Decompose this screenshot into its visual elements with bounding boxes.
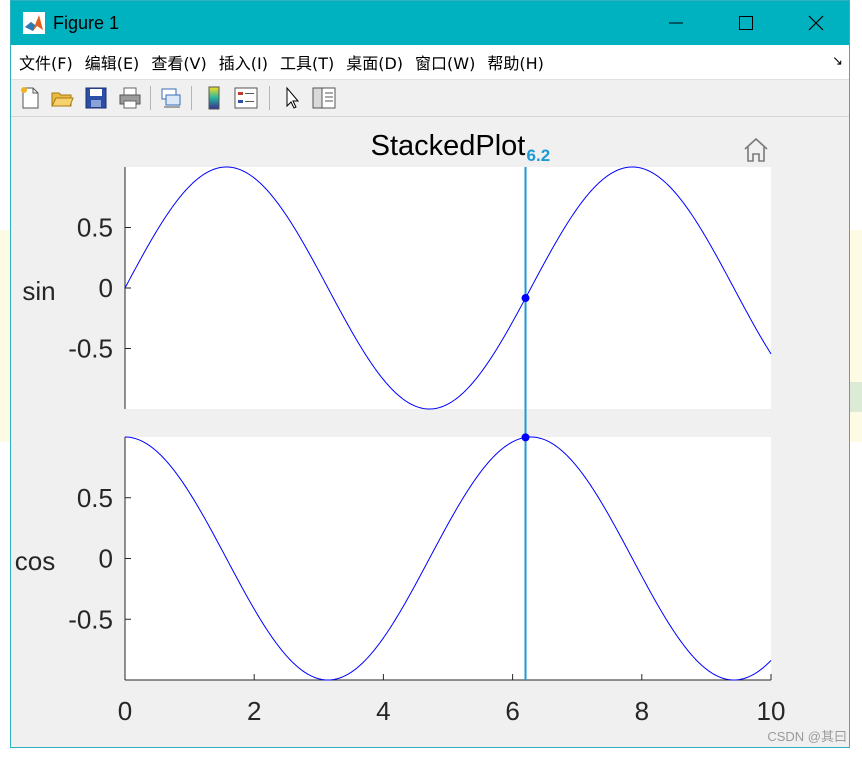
link-plot-icon[interactable]	[158, 85, 184, 111]
menu-insert[interactable]: 插入(I)	[219, 48, 268, 76]
x-tick-label: 4	[376, 696, 390, 726]
save-icon[interactable]	[83, 85, 109, 111]
top-axes-background	[125, 167, 771, 409]
y-tick-label: -0.5	[68, 334, 113, 364]
toolbar-separator	[269, 86, 270, 110]
x-tick-label: 6	[505, 696, 519, 726]
sin-cursor-marker[interactable]	[521, 294, 530, 303]
menu-bar: 文件(F) 编辑(E) 查看(V) 插入(I) 工具(T) 桌面(D) 窗口(W…	[11, 45, 849, 80]
minimize-icon	[669, 22, 683, 24]
toolbar-separator	[191, 86, 192, 110]
pointer-icon[interactable]	[279, 85, 305, 111]
maximize-icon	[739, 16, 753, 30]
new-figure-icon[interactable]	[17, 85, 43, 111]
menu-help[interactable]: 帮助(H)	[487, 48, 544, 76]
close-button[interactable]	[781, 1, 851, 45]
y-tick-label: 0	[99, 273, 113, 303]
menu-desktop[interactable]: 桌面(D)	[346, 48, 403, 76]
cos-cursor-marker[interactable]	[521, 433, 530, 442]
cursor-value-label: 6.2	[527, 146, 551, 165]
background-editor-band	[0, 230, 10, 442]
stacked-plot[interactable]: 0 2 4 6 8 100.50-0.50.50-0.5 6.2 StackedPlot …	[11, 117, 849, 747]
menu-edit[interactable]: 编辑(E)	[85, 48, 140, 76]
x-tick-label: 0	[118, 696, 132, 726]
figure-canvas: 0 2 4 6 8 10 0.5 0 -0.5 0.5 0 -0.5 6.2 StackedPlot …	[11, 117, 849, 747]
x-tick-label: 8	[635, 696, 649, 726]
legend-icon[interactable]	[233, 85, 259, 111]
plot-title: StackedPlot	[371, 130, 526, 162]
toolbar-separator	[150, 86, 151, 110]
maximize-button[interactable]	[711, 1, 781, 45]
watermark-text: CSDN @其曰	[767, 729, 847, 744]
minimize-button[interactable]	[641, 1, 711, 45]
open-file-icon[interactable]	[49, 85, 75, 111]
colorbar-icon[interactable]	[201, 85, 227, 111]
home-icon[interactable]	[744, 137, 768, 162]
cos-axis-label: cos	[15, 546, 55, 576]
menu-window[interactable]: 窗口(W)	[415, 48, 475, 76]
y-tick-label: -0.5	[68, 604, 113, 634]
sin-axis-label: sin	[22, 276, 55, 306]
menu-tools[interactable]: 工具(T)	[280, 48, 334, 76]
figure-window: Figure 1 文件(F) 编辑(E) 查看(V) 插入(I) 工具(T) 桌…	[10, 0, 850, 748]
x-tick-label: 2	[247, 696, 261, 726]
print-icon[interactable]	[117, 85, 143, 111]
background-editor-highlight	[850, 382, 862, 412]
title-bar: Figure 1	[11, 1, 849, 45]
menu-file[interactable]: 文件(F)	[19, 48, 73, 76]
property-editor-icon[interactable]	[311, 85, 337, 111]
y-tick-label: 0.5	[77, 483, 113, 513]
matlab-logo-icon	[23, 12, 45, 34]
y-tick-label: 0	[99, 544, 113, 574]
bottom-axes-background	[125, 437, 771, 680]
window-title: Figure 1	[53, 12, 120, 33]
toolbar	[11, 80, 849, 117]
x-tick-label: 10	[757, 696, 786, 726]
y-tick-label: 0.5	[77, 213, 113, 243]
close-icon	[808, 15, 824, 31]
dock-arrow-icon[interactable]: ↘	[832, 54, 843, 69]
menu-view[interactable]: 查看(V)	[151, 48, 206, 76]
